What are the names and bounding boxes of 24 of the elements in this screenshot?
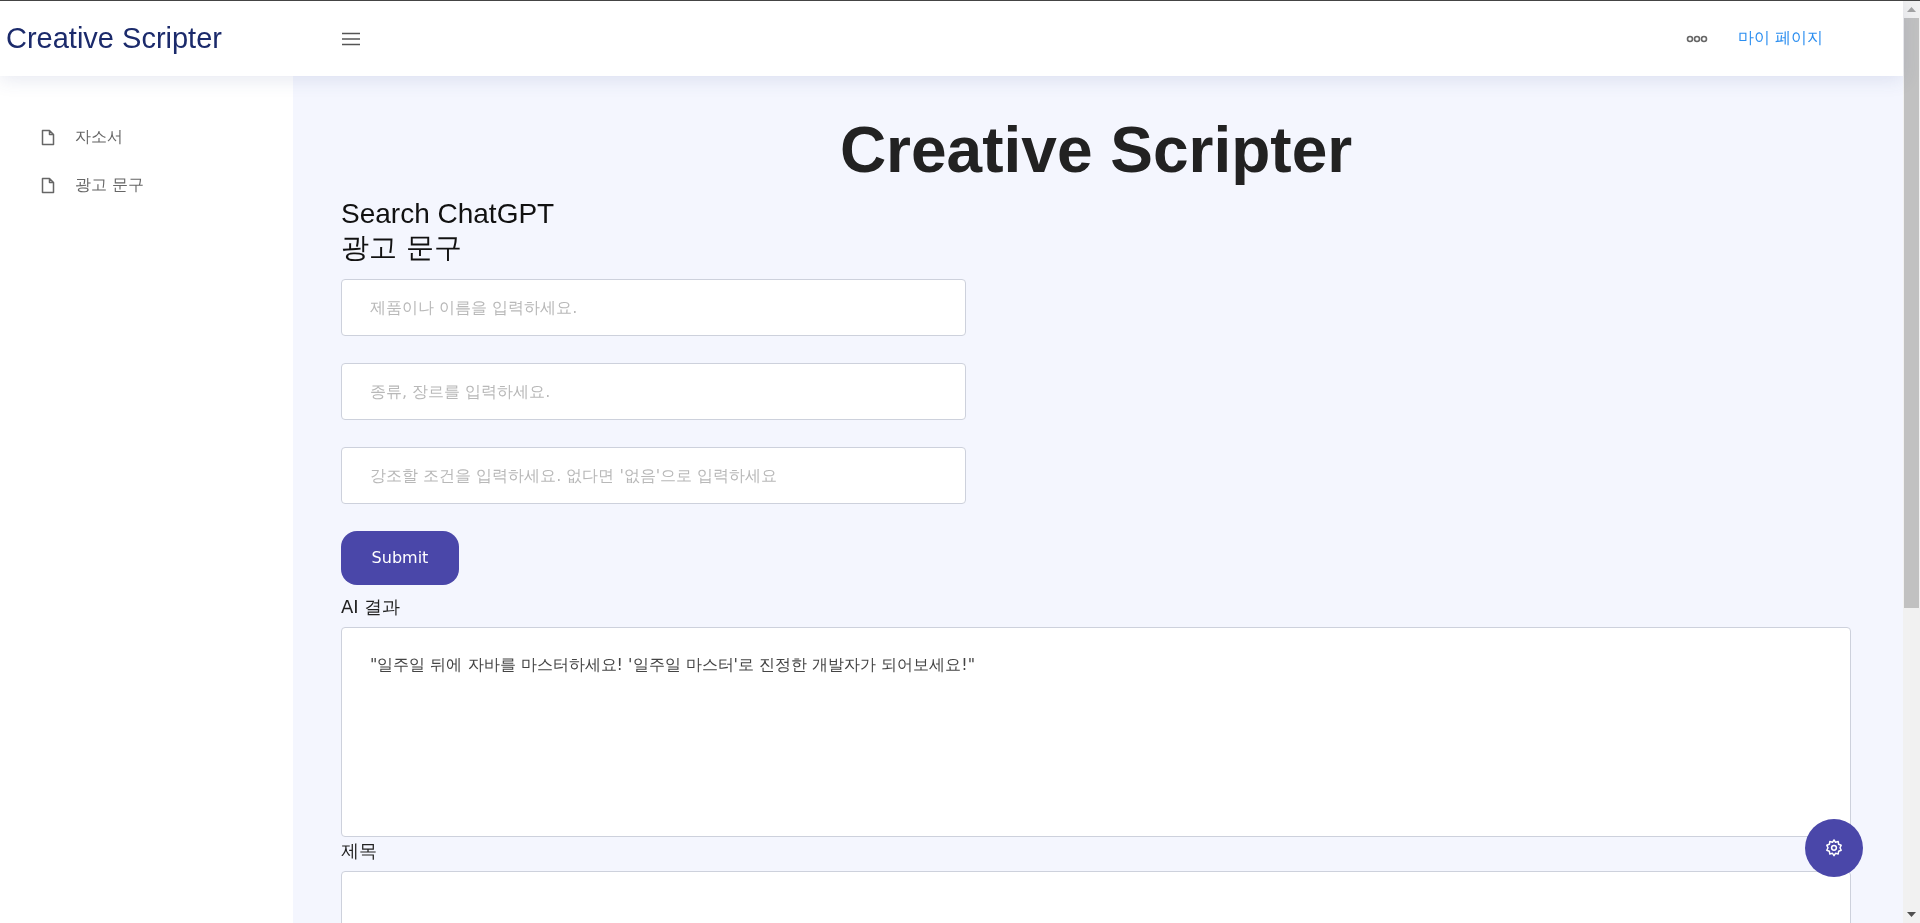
my-page-link[interactable]: 마이 페이지 xyxy=(1737,28,1823,49)
input-field[interactable]: 강조할 조건을 입력하세요. 없다면 '없음'으로 입력하세요 xyxy=(341,446,966,504)
document-icon xyxy=(41,128,55,146)
brand-logo[interactable]: Creative Scripter xyxy=(6,22,341,55)
result-text: "일주일 뒤에 자바를 마스터하세요! '일주일 마스터'로 진정한 개발자가 되어보세요!" xyxy=(370,654,976,674)
input-field[interactable]: 제품이나 이름을 입력하세요. xyxy=(341,278,966,336)
page-title: Creative Scripter xyxy=(838,113,1354,188)
input-field[interactable]: 종류, 장르를 입력하세요. xyxy=(341,362,966,420)
result-box[interactable]: "일주일 뒤에 자바를 마스터하세요! '일주일 마스터'로 진정한 개발자가 되어보세요!" xyxy=(341,626,1851,837)
scrollbar[interactable] xyxy=(1903,1,1920,923)
more-icon[interactable] xyxy=(1685,34,1708,43)
submit-button[interactable]: Submit xyxy=(341,530,459,585)
input-field[interactable] xyxy=(341,870,1851,923)
settings-icon xyxy=(1824,838,1844,858)
settings-button[interactable] xyxy=(1805,819,1863,877)
sidebar-item[interactable]: 자소서 xyxy=(0,124,293,150)
section-heading: 광고 문구 xyxy=(341,230,463,265)
scroll-thumb[interactable] xyxy=(1904,18,1919,608)
field-label: 제목 xyxy=(341,838,377,863)
document-icon xyxy=(41,176,55,194)
field-label: AI 결과 xyxy=(341,594,401,619)
subtitle: Search ChatGPT xyxy=(341,196,556,231)
menu-icon[interactable] xyxy=(341,31,361,46)
sidebar-item[interactable]: 광고 문구 xyxy=(0,172,293,198)
